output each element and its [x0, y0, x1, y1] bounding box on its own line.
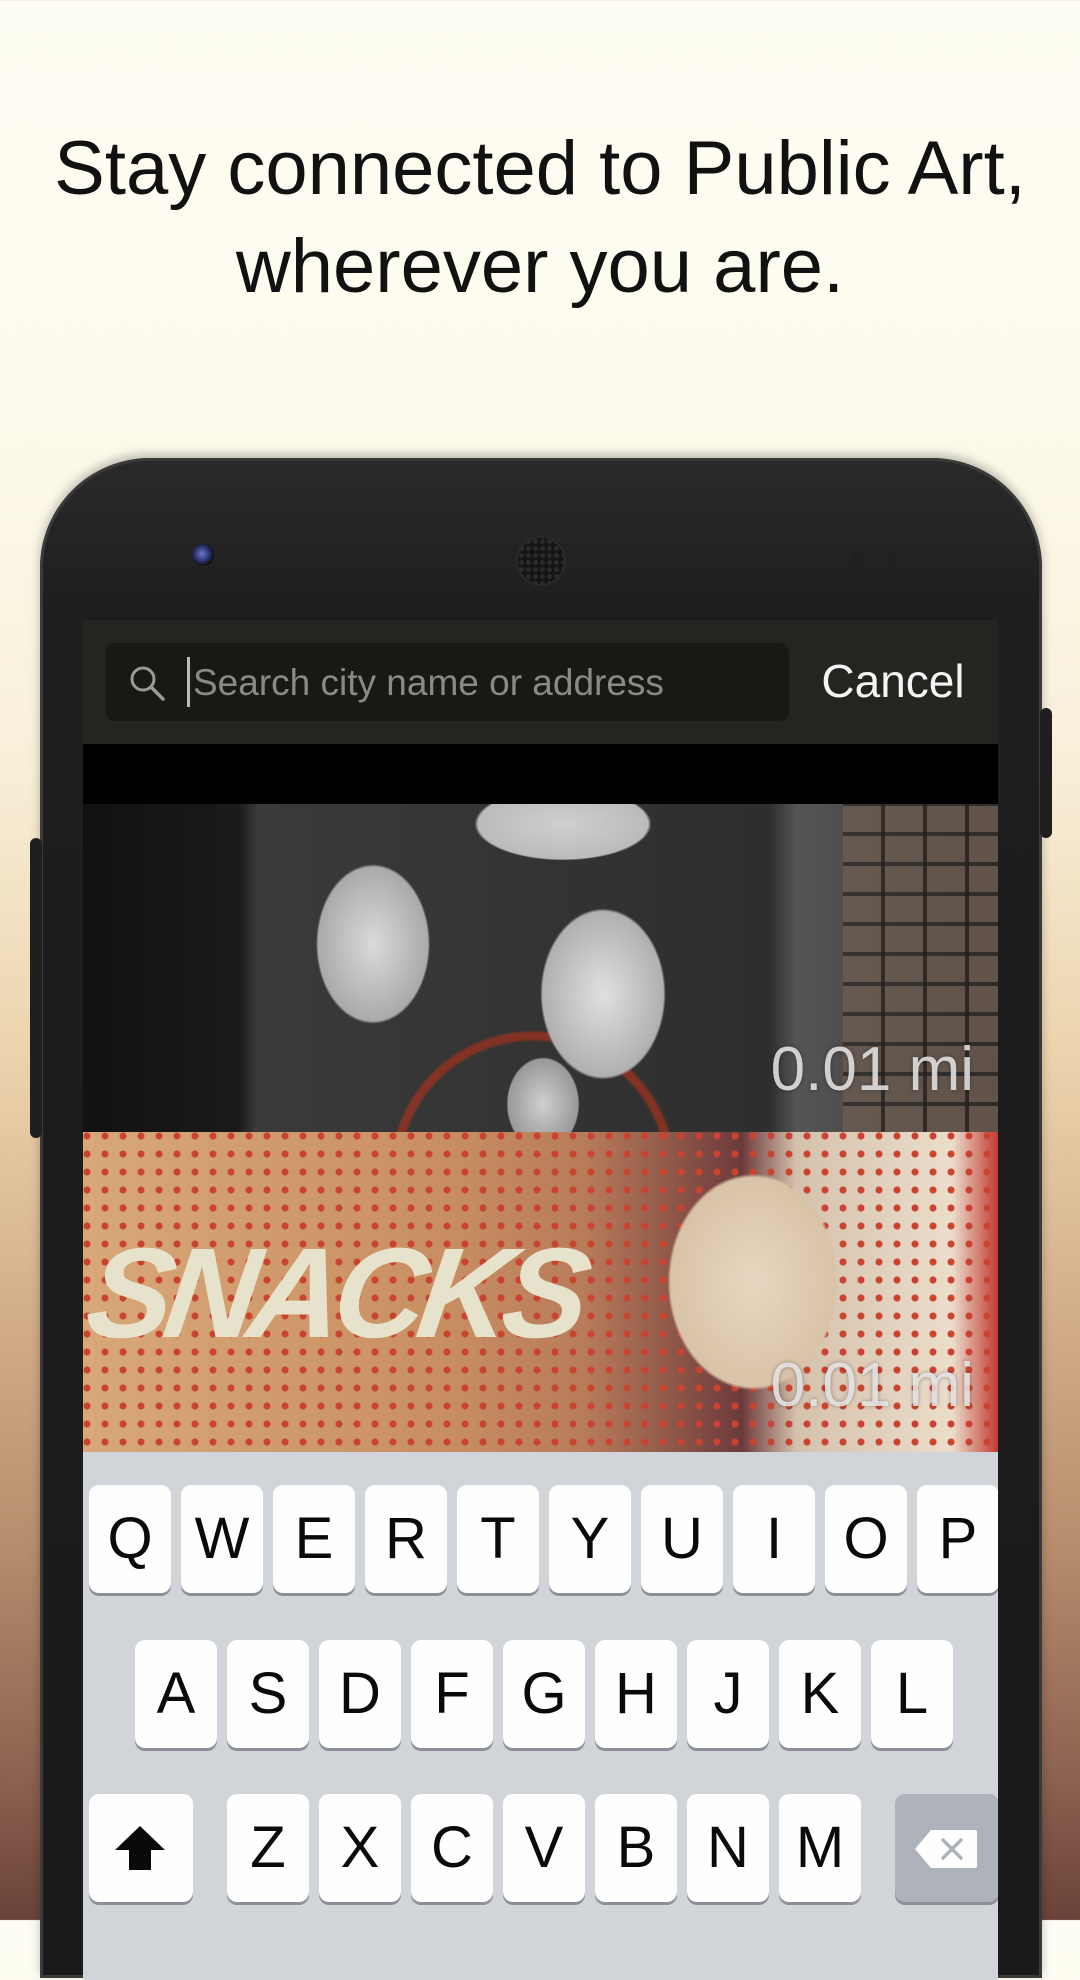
artwork-result-1[interactable]: 0.01 mi — [83, 804, 998, 1132]
key-d[interactable]: D — [319, 1640, 401, 1748]
key-x[interactable]: X — [319, 1794, 401, 1902]
search-input[interactable] — [191, 643, 775, 723]
key-q[interactable]: Q — [89, 1485, 171, 1593]
key-i[interactable]: I — [733, 1485, 815, 1593]
distance-label: 0.01 mi — [770, 1035, 974, 1104]
key-y[interactable]: Y — [549, 1485, 631, 1593]
text-caret — [187, 657, 190, 707]
search-icon — [130, 666, 165, 701]
key-e[interactable]: E — [273, 1485, 355, 1593]
key-s[interactable]: S — [227, 1640, 309, 1748]
delete-icon — [915, 1830, 977, 1868]
headline: Stay connected to Public Art, wherever y… — [0, 120, 1080, 316]
delete-key[interactable] — [895, 1794, 998, 1902]
key-n[interactable]: N — [687, 1794, 769, 1902]
power-button — [1040, 708, 1052, 838]
light-sensor — [886, 553, 896, 563]
key-w[interactable]: W — [181, 1485, 263, 1593]
key-b[interactable]: B — [595, 1794, 677, 1902]
key-r[interactable]: R — [365, 1485, 447, 1593]
earpiece-speaker — [516, 536, 566, 586]
key-v[interactable]: V — [503, 1794, 585, 1902]
distance-label: 0.01 mi — [770, 1351, 974, 1420]
key-m[interactable]: M — [779, 1794, 861, 1902]
key-k[interactable]: K — [779, 1640, 861, 1748]
volume-button — [30, 838, 42, 1138]
artwork-result-2[interactable]: SNACKS 0.01 mi — [83, 1132, 998, 1452]
key-p[interactable]: P — [917, 1485, 998, 1593]
shift-icon — [115, 1826, 165, 1870]
key-l[interactable]: L — [871, 1640, 953, 1748]
key-g[interactable]: G — [503, 1640, 585, 1748]
key-u[interactable]: U — [641, 1485, 723, 1593]
proximity-sensor — [852, 551, 866, 565]
key-o[interactable]: O — [825, 1485, 907, 1593]
phone-screen: Cancel 0.01 mi SNACKS 0.01 mi Q W E R T … — [83, 620, 998, 1980]
front-camera — [192, 544, 214, 566]
cancel-button[interactable]: Cancel — [803, 648, 983, 714]
on-screen-keyboard: Q W E R T Y U I O P A S D F G H J K L Z … — [83, 1452, 998, 1980]
key-f[interactable]: F — [411, 1640, 493, 1748]
key-t[interactable]: T — [457, 1485, 539, 1593]
shift-key[interactable] — [89, 1794, 193, 1902]
artwork-text: SNACKS — [83, 1222, 592, 1365]
search-bar: Cancel — [83, 620, 998, 744]
headline-line-2: wherever you are. — [235, 224, 845, 309]
key-c[interactable]: C — [411, 1794, 493, 1902]
key-a[interactable]: A — [135, 1640, 217, 1748]
headline-line-1: Stay connected to Public Art, — [54, 126, 1026, 211]
key-h[interactable]: H — [595, 1640, 677, 1748]
key-j[interactable]: J — [687, 1640, 769, 1748]
key-z[interactable]: Z — [227, 1794, 309, 1902]
search-field[interactable] — [105, 643, 789, 723]
phone-frame: Cancel 0.01 mi SNACKS 0.01 mi Q W E R T … — [30, 458, 1052, 1980]
